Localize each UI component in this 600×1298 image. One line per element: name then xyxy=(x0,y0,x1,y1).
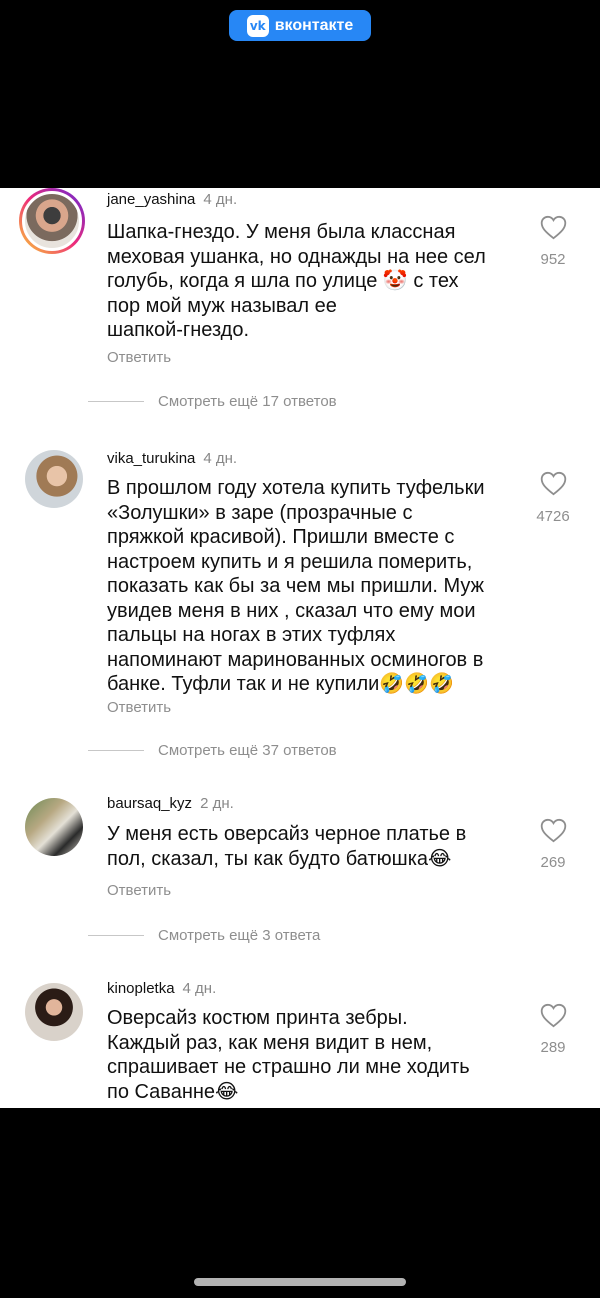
like-count: 289 xyxy=(540,1039,566,1056)
heart-icon[interactable] xyxy=(540,818,567,843)
avatar[interactable] xyxy=(25,798,83,856)
comment-time: 2 дн. xyxy=(200,795,234,812)
like-count: 4726 xyxy=(536,508,570,525)
view-more-replies[interactable]: Смотреть ещё 3 ответа xyxy=(88,927,320,944)
like-count: 269 xyxy=(540,854,566,871)
comment-line: показать как бы за чем мы пришли. Муж xyxy=(107,575,485,597)
comment-line: «Золушки» в заре (прозрачные с xyxy=(107,501,413,524)
reply-button[interactable]: Ответить xyxy=(107,349,171,366)
comment-username[interactable]: vika_turukina 4 дн. xyxy=(107,450,237,467)
comment-line: увидев меня в них , сказал что ему мои xyxy=(107,599,476,622)
comment-text: Оверсайз костюм принта зебры. Каждый раз… xyxy=(107,1006,517,1104)
comment-username[interactable]: kinopletka 4 дн. xyxy=(107,980,216,997)
comment-line: по Саванне😂 xyxy=(107,1080,239,1103)
heart-icon[interactable] xyxy=(540,1003,567,1028)
comment-line: пор мой муж называл ее xyxy=(107,294,337,317)
avatar[interactable] xyxy=(25,983,83,1041)
divider-line xyxy=(88,750,144,751)
comment-line: Каждый раз, как меня видит в нем, xyxy=(107,1031,433,1054)
username-text[interactable]: kinopletka xyxy=(107,980,175,997)
vk-brand-badge: vk вконтакте xyxy=(229,10,371,41)
comment-line: Шапка-гнездо. У меня была классная xyxy=(107,221,456,243)
brand-name: вконтакте xyxy=(274,16,354,34)
comment-text: В прошлом году хотела купить туфельки «З… xyxy=(107,476,517,697)
reply-button[interactable]: Ответить xyxy=(107,882,171,899)
view-more-label[interactable]: Смотреть ещё 37 ответов xyxy=(158,742,337,759)
username-text[interactable]: vika_turukina xyxy=(107,450,195,467)
view-more-replies[interactable]: Смотреть ещё 37 ответов xyxy=(88,742,337,759)
reply-button[interactable]: Ответить xyxy=(107,699,171,716)
home-indicator[interactable] xyxy=(194,1278,406,1286)
comment-time: 4 дн. xyxy=(203,191,238,208)
comment-line: спрашивает не страшно ли мне ходить xyxy=(107,1056,470,1078)
comment-text: У меня есть оверсайз черное платье в пол… xyxy=(107,822,517,871)
comment-line: голубь, когда я шла по улице 🤡 с тех xyxy=(107,270,459,292)
comment-line: шапкой-гнездо. xyxy=(107,319,250,341)
heart-icon[interactable] xyxy=(540,215,567,240)
username-text[interactable]: baursaq_kyz xyxy=(107,795,192,812)
vk-logo-icon: vk xyxy=(246,14,269,37)
view-more-label[interactable]: Смотреть ещё 3 ответа xyxy=(158,927,320,944)
comment-line: пряжкой красивой). Пришли вместе с xyxy=(107,526,455,548)
divider-line xyxy=(88,401,144,402)
avatar[interactable] xyxy=(25,450,83,508)
divider-line xyxy=(88,935,144,936)
comment-line: У меня есть оверсайз черное платье в xyxy=(107,823,467,845)
heart-icon[interactable] xyxy=(540,471,567,496)
comment-text: Шапка-гнездо. У меня была классная мехов… xyxy=(107,220,517,343)
comment-line: меховая ушанка, но однажды на нее сел xyxy=(107,245,486,268)
comment-username[interactable]: baursaq_kyz 2 дн. xyxy=(107,795,234,812)
comment-line: пол, сказал, ты как будто батюшка😂 xyxy=(107,847,452,870)
view-more-label[interactable]: Смотреть ещё 17 ответов xyxy=(158,393,337,410)
comments-panel[interactable]: jane_yashina 4 дн. Шапка-гнездо. У меня б… xyxy=(0,188,600,1108)
view-more-replies[interactable]: Смотреть ещё 17 ответов xyxy=(88,393,337,410)
comment-line: В прошлом году хотела купить туфельки xyxy=(107,477,485,499)
username-text[interactable]: jane_yashina xyxy=(107,191,195,208)
comment-line: пальцы на ногах в этих туфлях xyxy=(107,624,396,646)
comment-line: Оверсайз костюм принта зебры. xyxy=(107,1007,408,1029)
comment-time: 4 дн. xyxy=(203,450,238,467)
comment-time: 4 дн. xyxy=(182,980,217,997)
comment-line: банке. Туфли так и не купили🤣🤣🤣 xyxy=(107,673,455,695)
comment-line: напоминают маринованных осминогов в xyxy=(107,648,484,671)
avatar[interactable] xyxy=(19,188,85,254)
comment-line: настроем купить и я решила померить, xyxy=(107,550,473,573)
comment-username[interactable]: jane_yashina 4 дн. xyxy=(107,191,237,208)
like-count: 952 xyxy=(540,251,566,268)
